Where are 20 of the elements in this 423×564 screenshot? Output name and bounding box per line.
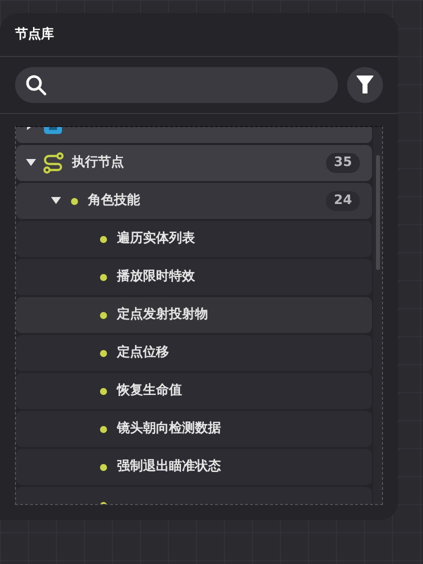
node-label: 恢复生命值 <box>117 382 182 400</box>
node-item[interactable]: 强制退出瞄准状态 <box>16 449 372 485</box>
node-label: 镜头朝向检测数据 <box>117 420 221 438</box>
panel-title: 节点库 <box>15 26 54 44</box>
count-badge: 35 <box>326 153 360 173</box>
tree-row[interactable]: 执行节点 35 <box>16 145 372 181</box>
node-item[interactable]: 遍历实体列表 <box>16 221 372 257</box>
node-label: 强制退出瞄准状态 <box>117 458 221 476</box>
subcategory-label: 角色技能 <box>88 192 140 210</box>
node-item[interactable]: 播放限时特效 <box>16 259 372 295</box>
node-item[interactable]: 定点位移 <box>16 335 372 371</box>
node-label: 定点发射投射物 <box>117 306 208 324</box>
node-label: 播放限时特效 <box>117 268 195 286</box>
node-item[interactable]: 恢复生命值 <box>16 373 372 409</box>
node-item[interactable]: 定点发射投射物 <box>16 297 372 333</box>
count-badge: 24 <box>326 191 360 211</box>
node-item[interactable]: 镜头朝向检测数据 <box>16 411 372 447</box>
node-label: 遍历实体列表 <box>117 230 195 248</box>
node-label: 定点位移 <box>117 344 169 362</box>
category-label: 执行节点 <box>72 154 124 172</box>
